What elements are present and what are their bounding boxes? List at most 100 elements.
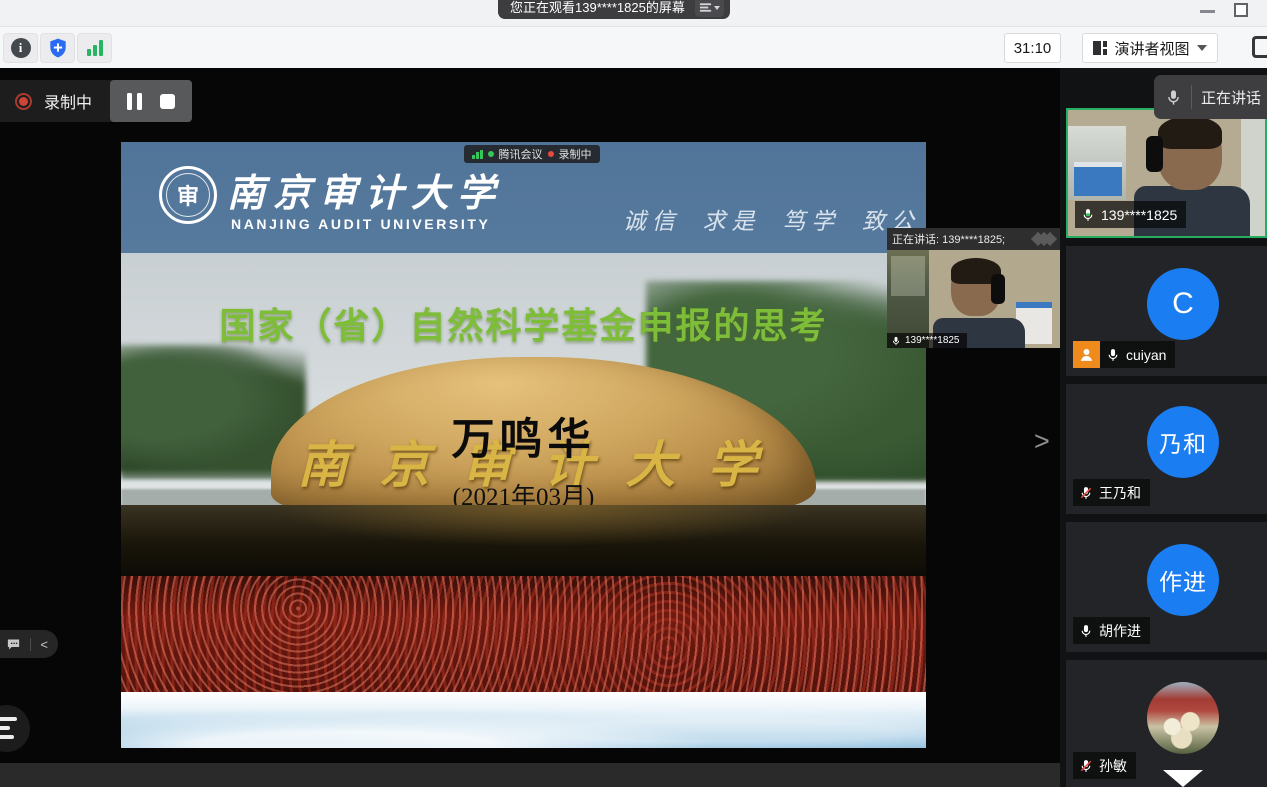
participant-tile-139-1825[interactable]: 139****1825	[1066, 108, 1267, 238]
security-button[interactable]	[40, 33, 75, 63]
recording-dot-icon	[548, 151, 554, 157]
reaction-toolbar: <	[0, 630, 58, 658]
badge-recording-status: 录制中	[559, 146, 592, 162]
window-titlebar: 您正在观看139****1825的屏幕	[0, 0, 1267, 27]
list-line	[0, 735, 14, 739]
university-motto: 诚信 求是 笃学 致公	[623, 202, 920, 236]
mic-speaking-icon	[1081, 208, 1095, 222]
speaking-now-text: 正在讲话: 139****1825;	[892, 231, 1005, 247]
collapse-panel-chevron[interactable]: >	[1034, 428, 1050, 455]
participant-head	[1158, 118, 1222, 190]
participant-tile-huzuojin[interactable]: 作进 胡作进	[1066, 522, 1267, 652]
shield-plus-icon	[47, 37, 69, 59]
slide-photo: 国家（省）自然科学基金申报的思考 南京审计大学 万鸣华 (2021年03月)	[121, 253, 926, 748]
overlay-watermark-icon	[1037, 234, 1055, 244]
divider	[30, 638, 31, 651]
water-band	[121, 505, 926, 577]
recording-controls	[110, 80, 192, 122]
speaker-video-feed: 139****1825	[887, 250, 1060, 348]
shared-screen-area: 录制中 审 南京审计大学 NANJING AUDIT UNIVERSITY 诚信…	[0, 68, 1060, 787]
list-line	[0, 717, 17, 721]
speaker-overlay-titlebar: 正在讲话: 139****1825;	[887, 228, 1060, 250]
view-mode-selector[interactable]: 演讲者视图	[1082, 33, 1218, 63]
speaker-thumbnail-overlay[interactable]: 正在讲话: 139****1825; 139****1825	[887, 228, 1060, 348]
participant-name: 胡作进	[1099, 621, 1141, 641]
avatar: 作进	[1147, 544, 1219, 616]
speaking-banner-text: 正在讲话	[1201, 87, 1261, 108]
mic-muted-icon	[1079, 486, 1093, 500]
mic-icon	[1106, 348, 1120, 362]
list-lines-icon	[699, 1, 712, 14]
participant-name: 孙敏	[1099, 756, 1127, 776]
pause-recording-button[interactable]	[127, 93, 142, 110]
view-mode-label: 演讲者视图	[1114, 38, 1189, 59]
slide-author: 万鸣华	[121, 405, 926, 467]
fullscreen-icon[interactable]	[1252, 36, 1267, 58]
avatar-photo	[1147, 682, 1219, 754]
recording-dot-icon	[15, 93, 32, 110]
host-badge-icon	[1073, 341, 1100, 368]
headphone-earcup	[1146, 136, 1163, 172]
meeting-info-button[interactable]: i	[3, 33, 38, 63]
participant-tile-cuiyan[interactable]: C cuiyan	[1066, 246, 1267, 376]
mic-muted-icon	[1079, 759, 1093, 773]
timer-value: 31:10	[1014, 40, 1052, 57]
university-name-cn: 南京审计大学	[227, 162, 503, 217]
recording-label: 录制中	[44, 89, 92, 113]
participants-sidebar: 正在讲话 139****1825 C cuiyan	[1060, 68, 1267, 787]
chevron-down-icon	[714, 6, 720, 10]
meeting-timer: 31:10	[1004, 33, 1061, 63]
signal-bars-icon	[472, 150, 483, 159]
recording-bar: 录制中	[0, 80, 192, 122]
participant-tile-wangnaihe[interactable]: 乃和 王乃和	[1066, 384, 1267, 514]
avatar: 乃和	[1147, 406, 1219, 478]
maximize-button[interactable]	[1234, 3, 1248, 17]
mic-icon	[1165, 89, 1182, 106]
presentation-slide: 审 南京审计大学 NANJING AUDIT UNIVERSITY 诚信 求是 …	[121, 142, 926, 748]
banner-menu-icon[interactable]	[695, 0, 724, 17]
speaker-view-icon	[1093, 41, 1107, 55]
background-printer	[1074, 162, 1122, 196]
chat-bubble-icon[interactable]	[6, 637, 21, 652]
bottom-bar	[0, 763, 1060, 787]
divider	[1191, 85, 1192, 109]
university-name-en: NANJING AUDIT UNIVERSITY	[231, 216, 490, 232]
viewing-banner[interactable]: 您正在观看139****1825的屏幕	[498, 0, 730, 19]
agenda-button[interactable]	[0, 705, 30, 752]
participant-name-tag: cuiyan	[1100, 341, 1175, 368]
collapse-left-chevron[interactable]: <	[40, 637, 48, 652]
viewing-banner-text: 您正在观看139****1825的屏幕	[510, 0, 685, 16]
list-line	[0, 726, 10, 730]
meeting-recording-badge: 腾讯会议 录制中	[464, 145, 600, 163]
participant-tile-sunmin[interactable]: 孙敏	[1066, 660, 1267, 787]
speaker-name-tag: 139****1825	[887, 333, 967, 348]
avatar: C	[1147, 268, 1219, 340]
speaker-name-label: 139****1825	[905, 335, 960, 346]
scroll-down-indicator[interactable]	[1163, 770, 1203, 787]
university-seal-logo: 审	[159, 166, 217, 224]
mic-icon	[1079, 624, 1093, 638]
chevron-down-icon	[1197, 45, 1207, 51]
stop-recording-button[interactable]	[160, 94, 175, 109]
seal-character: 审	[177, 179, 199, 211]
info-icon: i	[11, 38, 31, 58]
participant-name-tag: 孙敏	[1073, 752, 1136, 779]
slide-title: 国家（省）自然科学基金申报的思考	[121, 297, 926, 349]
participant-name: 139****1825	[1101, 207, 1177, 223]
wave-footer	[121, 692, 926, 748]
network-status-button[interactable]	[77, 33, 112, 63]
participant-name-tag: 王乃和	[1073, 479, 1150, 506]
online-dot-icon	[488, 151, 494, 157]
participant-name-tag: 胡作进	[1073, 617, 1150, 644]
badge-app-name: 腾讯会议	[499, 146, 543, 162]
participant-name: 王乃和	[1099, 483, 1141, 503]
meeting-toolbar: i 31:10 演讲者视图	[0, 27, 1267, 68]
participant-name: cuiyan	[1126, 347, 1166, 363]
signal-bars-icon	[87, 40, 103, 56]
flower-field	[121, 576, 926, 692]
mic-icon	[891, 336, 901, 346]
participant-name-tag: 139****1825	[1075, 201, 1186, 228]
headphone-earcup	[991, 274, 1005, 304]
minimize-button[interactable]	[1200, 10, 1215, 13]
speaking-now-banner: 正在讲话	[1154, 75, 1267, 119]
